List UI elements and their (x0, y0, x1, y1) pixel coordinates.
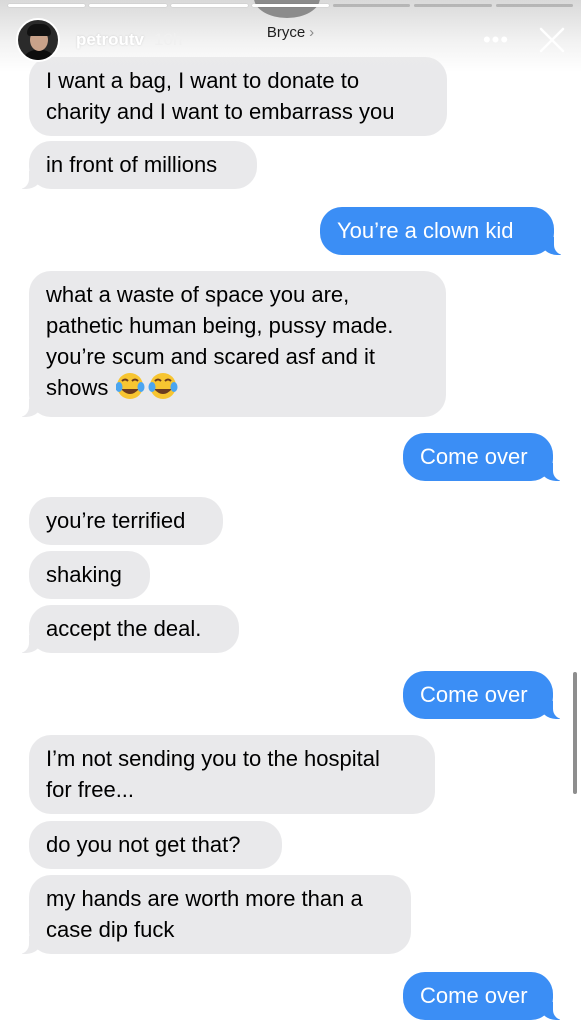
message-text: Come over (420, 983, 528, 1008)
contact-name-label: Bryce (266, 24, 306, 41)
message-bubble-incoming[interactable]: shaking (29, 551, 150, 599)
progress-segment (8, 4, 86, 7)
story-header: petroutv 10h (16, 18, 182, 62)
more-icon[interactable]: ••• (478, 28, 514, 52)
message-text: in front of millions (46, 152, 218, 177)
message-bubble-incoming[interactable]: you’re terrified (29, 497, 223, 545)
face-with-tears-of-joy-icon (115, 372, 178, 408)
scrollbar[interactable] (573, 672, 577, 794)
username[interactable]: petroutv (76, 30, 144, 50)
message-bubble-outgoing[interactable]: Come over (403, 433, 563, 481)
message-bubble-incoming[interactable]: accept the deal. (19, 605, 239, 653)
message-text: do you not get that? (46, 832, 241, 857)
message-bubble-incoming[interactable]: do you not get that? (29, 821, 282, 869)
message-text: Come over (420, 444, 528, 469)
message-text: shaking (46, 562, 122, 587)
message-bubble-outgoing[interactable]: You’re a clown kid (320, 207, 564, 255)
progress-segment (495, 4, 573, 7)
message-text: accept the deal. (46, 616, 202, 641)
avatar[interactable] (16, 18, 60, 62)
message-text: I want a bag, I want to donate to charit… (46, 68, 395, 124)
message-text: my hands are worth more than a case dip … (46, 886, 363, 942)
message-bubble-outgoing[interactable]: Come over (403, 671, 563, 719)
message-text: you’re terrified (46, 508, 186, 533)
message-text: what a waste of space you are, pathetic … (46, 282, 394, 400)
close-icon[interactable] (536, 24, 568, 56)
progress-segment (170, 4, 248, 7)
story-progress-bar (8, 4, 573, 7)
progress-segment (89, 4, 167, 7)
message-text: You’re a clown kid (337, 218, 514, 243)
timestamp: 10h (154, 30, 183, 49)
message-bubble-outgoing[interactable]: Come over (403, 972, 563, 1020)
progress-segment (414, 4, 492, 7)
message-bubble-incoming[interactable]: what a waste of space you are, pathetic … (19, 271, 446, 417)
progress-segment (251, 4, 330, 7)
message-text: Come over (420, 682, 528, 707)
chevron-right-icon: › (309, 24, 315, 41)
message-text: I’m not sending you to the hospital for … (46, 746, 380, 802)
message-bubble-incoming[interactable]: in front of millions (19, 141, 257, 189)
progress-segment (333, 4, 411, 7)
message-bubble-incoming[interactable]: I’m not sending you to the hospital for … (29, 735, 435, 814)
message-bubble-incoming[interactable]: my hands are worth more than a case dip … (19, 875, 411, 954)
